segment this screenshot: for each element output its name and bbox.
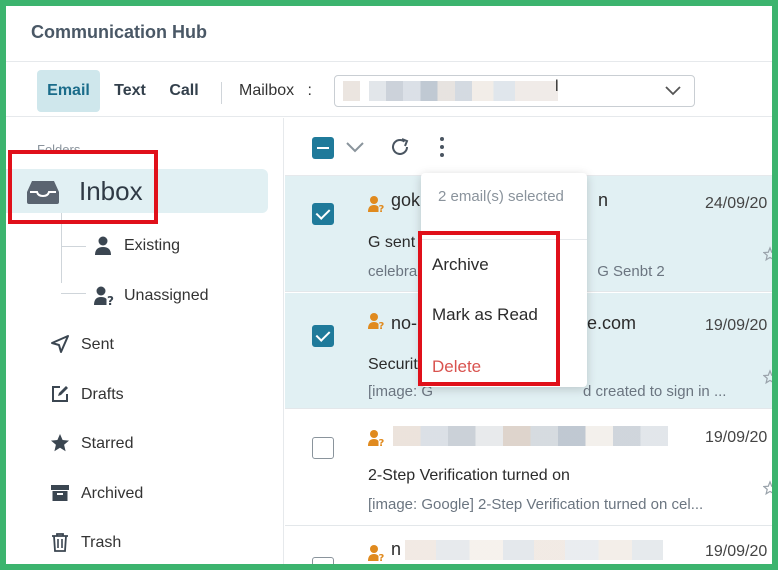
selection-count-text: 2 email(s) selected: [438, 188, 564, 205]
trash-icon: [52, 533, 68, 552]
select-all-checkbox[interactable]: [312, 137, 334, 159]
email-sender-redacted: [405, 540, 663, 560]
menu-item-mark-as-read[interactable]: Mark as Read: [432, 305, 538, 325]
email-date: 19/09/20: [705, 317, 768, 334]
sidebar-item-label: Drafts: [81, 386, 124, 403]
mailbox-value-tail: l: [555, 78, 559, 95]
svg-text:?: ?: [379, 553, 385, 562]
channel-bar: Email Text Call Mailbox : l: [6, 62, 772, 117]
chevron-down-icon: [665, 86, 681, 96]
tree-line: [61, 246, 86, 247]
refresh-icon[interactable]: [389, 136, 411, 158]
menu-divider: [421, 239, 587, 240]
sidebar-item-inbox[interactable]: Inbox: [6, 169, 268, 213]
unassigned-contact-icon: ?: [368, 313, 385, 330]
sidebar-item-label: Sent: [81, 336, 114, 353]
sidebar-item-label: Starred: [81, 435, 134, 452]
archive-icon: [51, 485, 69, 501]
svg-text:?: ?: [379, 321, 385, 330]
email-preview: [image: Google] 2-Step Verification turn…: [368, 496, 704, 513]
bulk-actions-menu: 2 email(s) selected Archive Mark as Read…: [421, 173, 587, 387]
drafts-icon: [52, 386, 68, 402]
sidebar-item-label: Archived: [81, 485, 144, 502]
star-icon: [51, 434, 69, 452]
email-row[interactable]: ? 19/09/20 2-Step Verification turned on…: [285, 410, 772, 526]
svg-text:?: ?: [107, 294, 114, 306]
tree-line: [61, 213, 62, 283]
channel-divider: [221, 82, 222, 104]
more-vertical-icon[interactable]: [437, 136, 447, 158]
star-outline-icon[interactable]: [763, 480, 772, 496]
app-window: Communication Hub Email Text Call Mailbo…: [6, 6, 772, 564]
folders-heading: Folders: [37, 142, 81, 157]
sidebar-item-label: Unassigned: [124, 287, 209, 304]
unassigned-contact-icon: ?: [368, 196, 385, 213]
person-icon: [95, 236, 111, 255]
sidebar-item-label: Trash: [81, 534, 122, 551]
star-outline-icon[interactable]: [763, 369, 772, 385]
unassigned-contact-icon: ?: [368, 430, 385, 447]
email-date: 19/09/20: [705, 543, 768, 560]
select-caret-icon[interactable]: [345, 140, 365, 154]
tab-call[interactable]: Call: [164, 70, 204, 112]
menu-item-delete[interactable]: Delete: [432, 357, 481, 377]
row-checkbox[interactable]: [312, 203, 334, 225]
send-icon: [51, 335, 69, 353]
sidebar-item-label: Inbox: [79, 176, 143, 206]
list-toolbar: [285, 118, 772, 176]
mailbox-select[interactable]: l: [334, 75, 695, 107]
tab-text[interactable]: Text: [108, 70, 152, 112]
top-bar: Communication Hub: [6, 6, 772, 62]
email-date: 24/09/20: [705, 195, 768, 212]
folder-sidebar: Folders Inbox Existing ? Unassigned Sent…: [6, 118, 284, 564]
star-outline-icon[interactable]: [763, 246, 772, 262]
email-sender: n: [391, 539, 402, 559]
sidebar-item-label: Existing: [124, 237, 181, 254]
mailbox-value-redacted: [343, 81, 558, 101]
mailbox-label: Mailbox :: [239, 82, 312, 99]
email-subject: 2-Step Verification turned on: [368, 467, 570, 484]
tab-email[interactable]: Email: [37, 70, 100, 112]
person-question-icon: ?: [94, 286, 114, 306]
svg-text:?: ?: [379, 438, 385, 447]
email-date: 19/09/20: [705, 429, 768, 446]
row-checkbox[interactable]: [312, 557, 334, 564]
svg-text:?: ?: [379, 204, 385, 213]
row-checkbox[interactable]: [312, 325, 334, 347]
row-checkbox[interactable]: [312, 437, 334, 459]
inbox-tray-icon: [27, 181, 59, 204]
email-subject: Securit: [368, 356, 418, 373]
tree-line: [61, 293, 86, 294]
email-row[interactable]: ? n 19/09/20: [285, 527, 772, 564]
email-subject: G sent: [368, 234, 416, 251]
unassigned-contact-icon: ?: [368, 545, 385, 562]
menu-item-archive[interactable]: Archive: [432, 255, 489, 275]
email-sender-redacted: [393, 426, 668, 446]
app-title: Communication Hub: [31, 22, 207, 42]
